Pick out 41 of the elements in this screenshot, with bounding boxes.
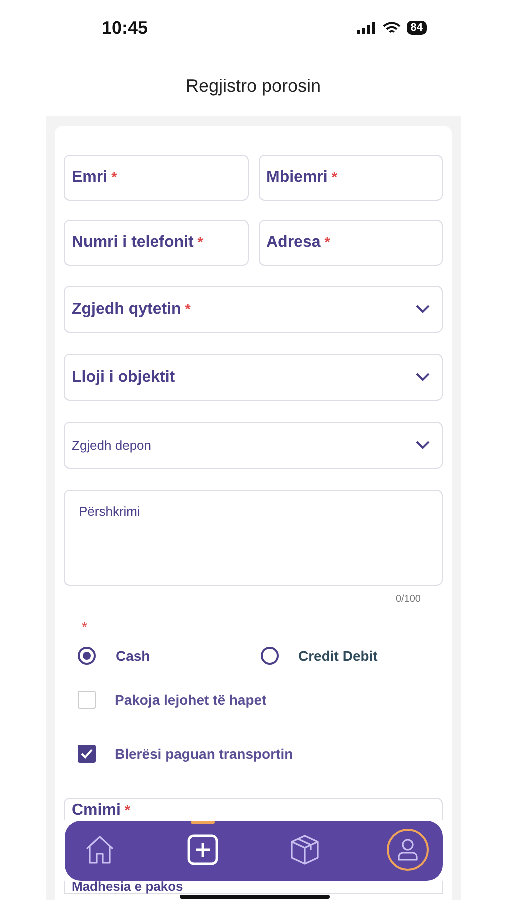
radio-button[interactable] (78, 647, 96, 665)
status-time: 10:45 (102, 18, 148, 38)
page-title: Regjistro porosin (184, 76, 322, 98)
required-mark: * (82, 619, 88, 635)
input-field[interactable]: Adresa * (258, 220, 443, 266)
battery-level: 84 (406, 21, 427, 35)
input-field[interactable]: Cmimi * (64, 798, 443, 820)
field-label: Lloji i objektit (72, 368, 176, 386)
checkbox-label: Pakoja lejohet të hapet (115, 692, 267, 708)
field-placeholder: Përshkrimi (79, 504, 140, 519)
select-field[interactable]: Zgjedh depon (64, 422, 443, 469)
chevron-down-icon (416, 373, 430, 382)
add-icon (186, 834, 219, 866)
field-label: Emri * (72, 169, 118, 187)
field-label: Zgjedh depon (72, 438, 152, 453)
profile-icon (396, 838, 419, 862)
field-label: Numri i telefonit * (72, 234, 204, 252)
field-label: Adresa * (266, 234, 330, 252)
field-label: Cmimi * (72, 802, 130, 819)
checkbox-label: Blerësi paguan transportin (115, 746, 294, 762)
box-icon (289, 834, 322, 866)
description-field[interactable]: Përshkrimi (64, 490, 443, 586)
character-counter: 0/100 (394, 594, 421, 605)
wifi-icon (382, 22, 401, 34)
input-field[interactable]: Emri * (64, 155, 248, 201)
input-field[interactable]: Mbiemri * (258, 155, 443, 201)
radio-label: Credit Debit (298, 648, 378, 664)
field-label: Mbiemri * (266, 169, 338, 187)
checkbox[interactable] (78, 745, 96, 763)
home-icon (84, 835, 116, 865)
signal-icon (356, 22, 377, 34)
chevron-down-icon (416, 441, 430, 450)
checkbox[interactable] (78, 691, 96, 709)
select-field[interactable]: Zgjedh qytetin * (64, 286, 443, 333)
input-field[interactable]: Numri i telefonit * (64, 220, 248, 266)
radio-button[interactable] (260, 647, 278, 665)
field-label: Madhesia e pakos (72, 881, 184, 893)
chevron-down-icon (416, 305, 430, 314)
radio-label: Cash (116, 648, 150, 664)
field-label: Zgjedh qytetin * (72, 300, 191, 318)
select-field[interactable]: Lloji i objektit (64, 354, 443, 401)
